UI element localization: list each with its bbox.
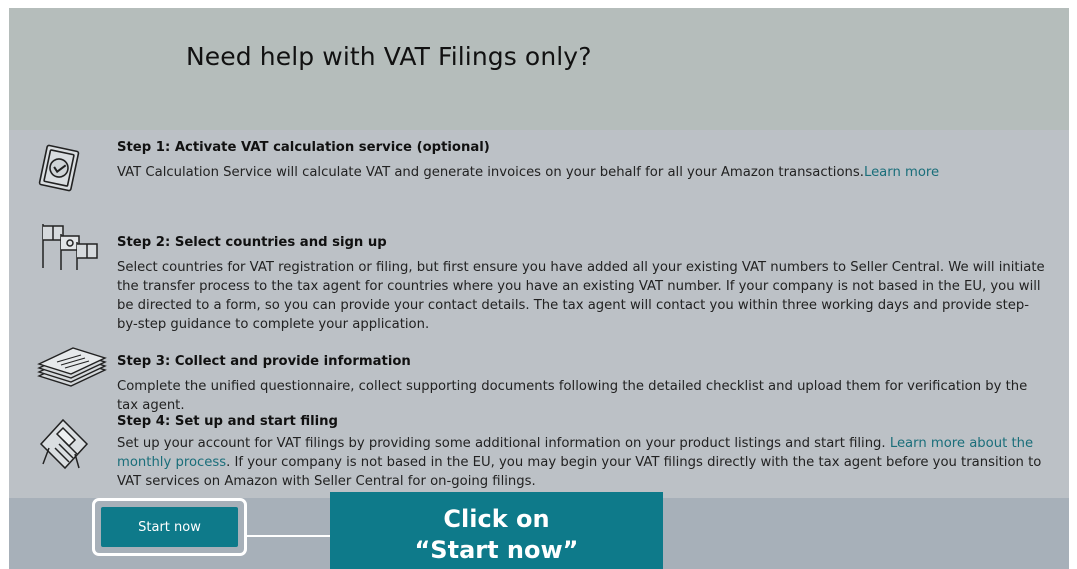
step-3-body: Complete the unified questionnaire, coll… bbox=[117, 379, 1028, 413]
step-2: Step 2: Select countries and sign up Sel… bbox=[117, 234, 1047, 334]
vat-filing-panel: Need help with VAT Filings only? Step 1:… bbox=[9, 8, 1069, 569]
header-band: Need help with VAT Filings only? bbox=[9, 8, 1069, 130]
callout-line-1: Click on bbox=[443, 505, 550, 533]
learn-more-link[interactable]: Learn more bbox=[864, 165, 939, 180]
flags-icon bbox=[42, 224, 98, 270]
steps-section: Step 1: Activate VAT calculation service… bbox=[9, 130, 1069, 498]
start-now-button[interactable]: Start now bbox=[101, 507, 238, 547]
step-2-body: Select countries for VAT registration or… bbox=[117, 260, 1045, 332]
step-4-body: Set up your account for VAT filings by p… bbox=[117, 434, 1047, 491]
step-4-text: Set up your account for VAT filings by p… bbox=[117, 436, 886, 451]
step-1-title: Step 1: Activate VAT calculation service… bbox=[117, 140, 490, 155]
step-4-title: Step 4: Set up and start filing bbox=[117, 414, 338, 429]
instruction-callout: Click on “Start now” bbox=[330, 492, 663, 569]
step-1-body: VAT Calculation Service will calculate V… bbox=[117, 163, 1047, 182]
step-1: Step 1: Activate VAT calculation service… bbox=[117, 139, 1047, 182]
step-4-text-after: . If your company is not based in the EU… bbox=[117, 455, 1042, 489]
callout-connector bbox=[247, 535, 330, 537]
page-title: Need help with VAT Filings only? bbox=[186, 42, 592, 71]
calendar-filing-icon bbox=[39, 418, 89, 470]
step-3: Step 3: Collect and provide information … bbox=[117, 353, 1047, 415]
step-1-text: VAT Calculation Service will calculate V… bbox=[117, 165, 864, 180]
document-stack-icon bbox=[37, 347, 107, 387]
certificate-icon bbox=[38, 144, 80, 192]
step-4: Step 4: Set up and start filing Set up y… bbox=[117, 413, 1047, 491]
step-2-title: Step 2: Select countries and sign up bbox=[117, 235, 387, 250]
step-3-title: Step 3: Collect and provide information bbox=[117, 354, 411, 369]
callout-line-2: “Start now” bbox=[414, 536, 579, 564]
